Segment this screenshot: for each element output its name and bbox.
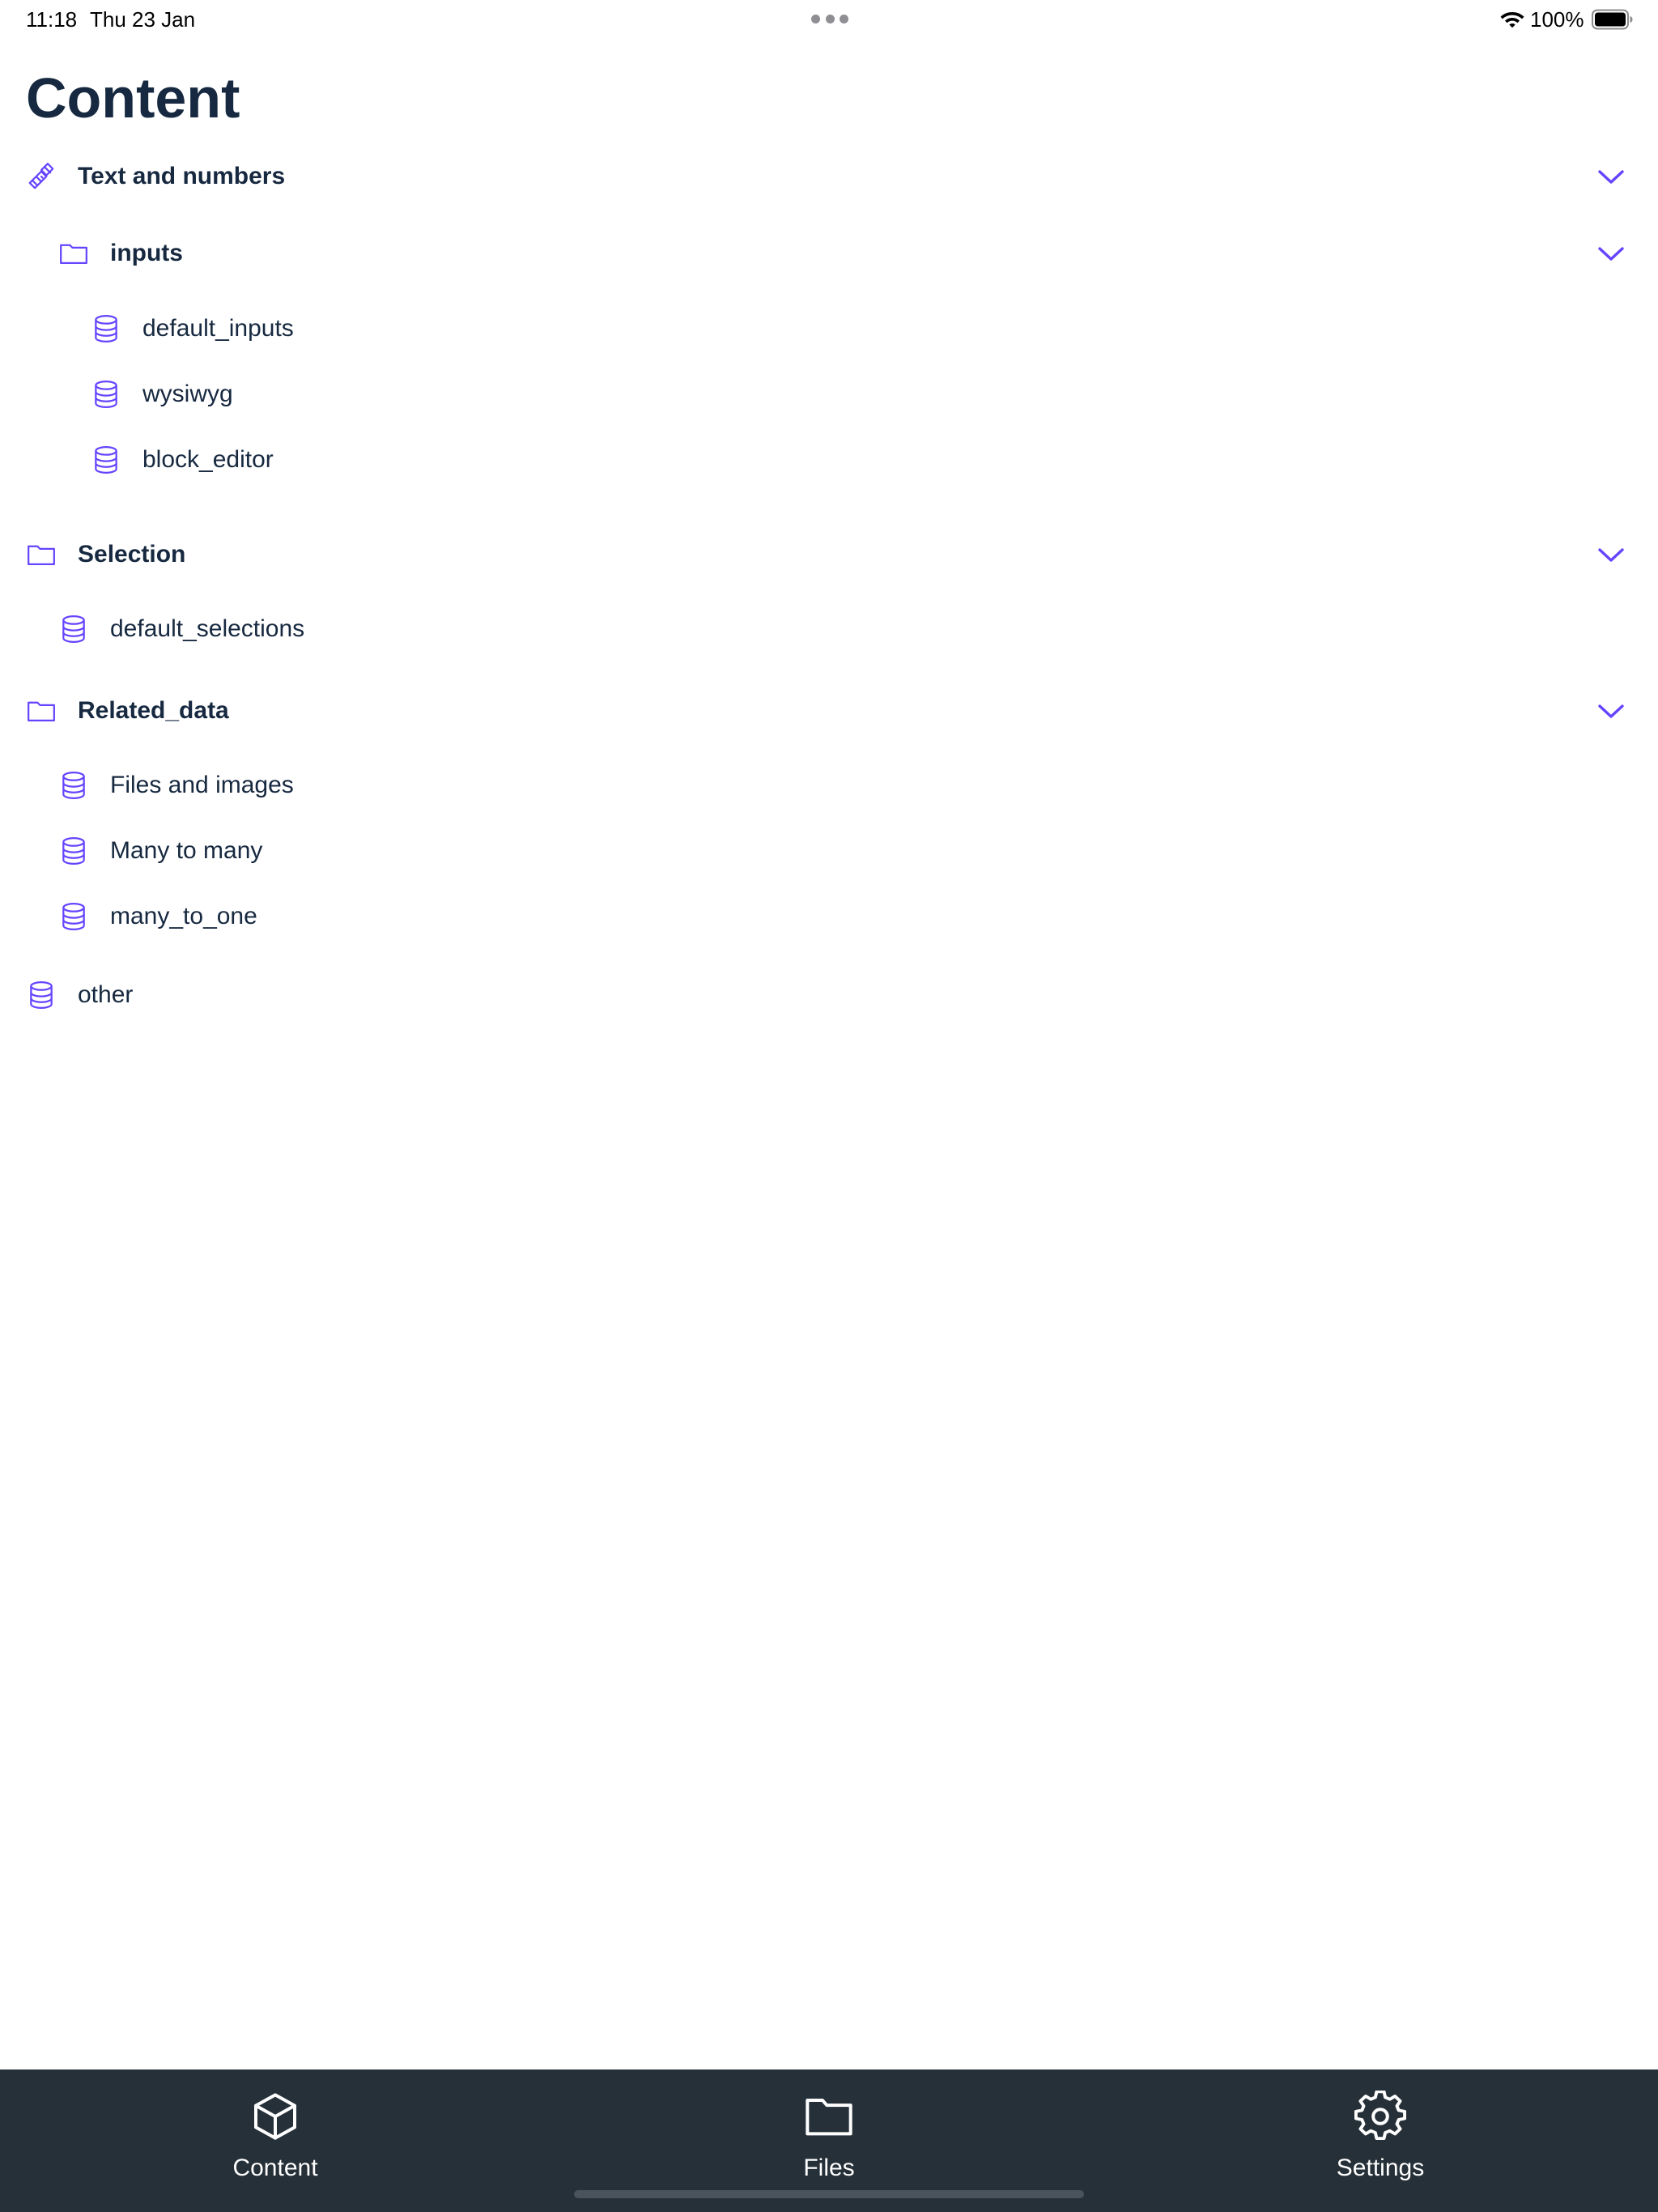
collection-item-many-to-one[interactable]: many_to_one	[0, 884, 1658, 949]
folder-icon	[803, 2091, 855, 2142]
chevron-down-icon[interactable]	[1596, 698, 1626, 724]
battery-percent: 100%	[1530, 7, 1584, 32]
chevron-down-icon[interactable]	[1596, 164, 1626, 189]
tree-label-inputs: inputs	[110, 240, 183, 266]
tab-label-files: Files	[803, 2155, 855, 2181]
database-icon	[91, 379, 121, 410]
status-bar: 11:18 Thu 23 Jan 100%	[0, 0, 1658, 39]
database-icon	[58, 614, 89, 644]
status-date: Thu 23 Jan	[90, 7, 196, 32]
status-time: 11:18	[26, 7, 78, 32]
wifi-icon	[1499, 9, 1525, 34]
collection-label: wysiwyg	[142, 381, 233, 407]
handshake-icon	[26, 161, 57, 192]
collection-label: default_selections	[110, 615, 305, 642]
collection-label: Many to many	[110, 837, 263, 864]
battery-icon	[1592, 9, 1634, 34]
database-icon	[91, 313, 121, 344]
collection-label: many_to_one	[110, 903, 257, 929]
database-icon	[26, 980, 57, 1010]
chevron-down-icon[interactable]	[1596, 542, 1626, 568]
tree-label-related-data: Related_data	[78, 697, 229, 724]
database-icon	[91, 445, 121, 475]
tree-group-selection[interactable]: Selection	[0, 522, 1658, 587]
collection-item-wysiwyg[interactable]: wysiwyg	[0, 362, 1658, 427]
tab-label-settings: Settings	[1336, 2155, 1425, 2181]
collection-item-default-selections[interactable]: default_selections	[0, 597, 1658, 661]
tree-label-text-and-numbers: Text and numbers	[78, 163, 286, 189]
page-title: Content	[26, 66, 240, 130]
tree-group-related-data[interactable]: Related_data	[0, 678, 1658, 743]
tree-group-inputs[interactable]: inputs	[0, 221, 1658, 286]
home-indicator[interactable]	[574, 2190, 1084, 2198]
multitasking-dots-icon[interactable]	[811, 15, 848, 24]
tab-content[interactable]: Content	[154, 2069, 397, 2212]
tree-group-text-and-numbers[interactable]: Text and numbers	[0, 144, 1658, 209]
folder-icon	[58, 238, 89, 269]
tab-settings[interactable]: Settings	[1259, 2069, 1502, 2212]
collection-label: block_editor	[142, 446, 274, 473]
collection-item-block-editor[interactable]: block_editor	[0, 428, 1658, 492]
collection-item-files-and-images[interactable]: Files and images	[0, 753, 1658, 818]
database-icon	[58, 770, 89, 801]
collection-label: other	[78, 981, 134, 1008]
folder-icon	[26, 696, 57, 726]
chevron-down-icon[interactable]	[1596, 240, 1626, 266]
database-icon	[58, 901, 89, 932]
collection-item-default-inputs[interactable]: default_inputs	[0, 296, 1658, 361]
collection-item-many-to-many[interactable]: Many to many	[0, 819, 1658, 883]
cube-icon	[249, 2091, 301, 2142]
collection-label: default_inputs	[142, 315, 294, 342]
folder-icon	[26, 539, 57, 570]
tree-label-selection: Selection	[78, 541, 186, 568]
gear-icon	[1354, 2091, 1406, 2142]
database-icon	[58, 836, 89, 866]
collection-item-other[interactable]: other	[0, 963, 1658, 1027]
tab-label-content: Content	[232, 2155, 318, 2181]
collection-label: Files and images	[110, 772, 294, 798]
